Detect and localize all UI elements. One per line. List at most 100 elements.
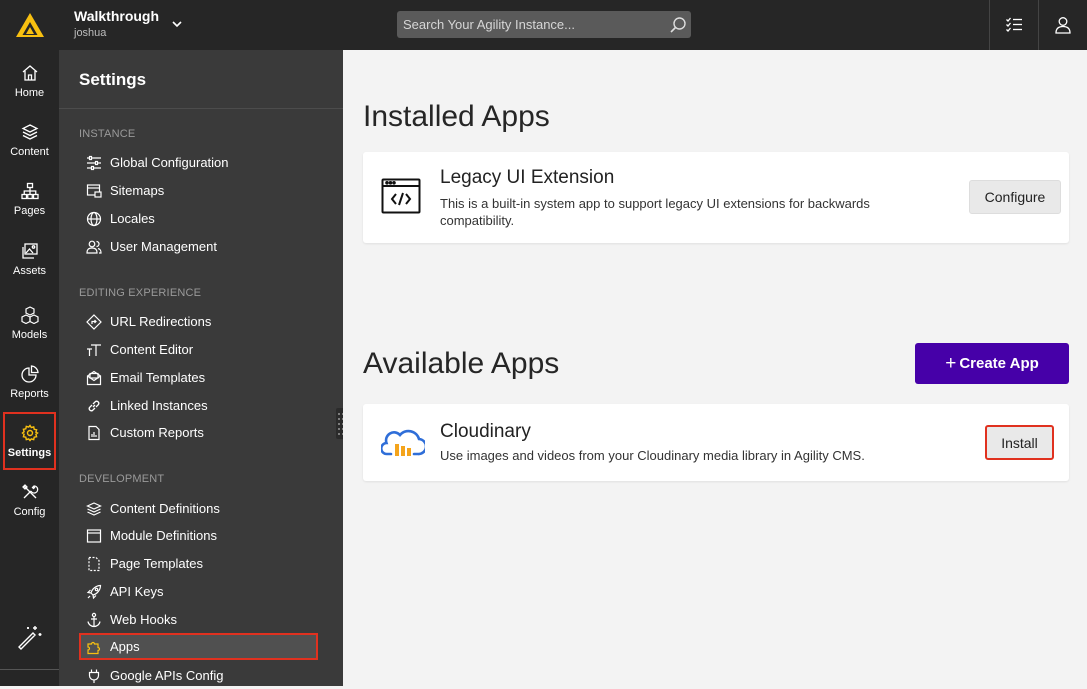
settings-item-apps[interactable]: Apps	[79, 633, 318, 660]
configure-button[interactable]: Configure	[969, 180, 1061, 214]
rail-label: Assets	[12, 264, 46, 277]
install-button[interactable]: Install	[985, 425, 1054, 460]
anchor-icon	[85, 611, 103, 629]
instance-user: joshua	[74, 27, 107, 39]
app-card-legacy-ui-extension: Legacy UI Extension This is a built-in s…	[363, 152, 1069, 243]
agility-logo-icon[interactable]	[0, 0, 59, 50]
search-box	[397, 11, 691, 38]
instance-switcher[interactable]: Walkthrough joshua	[74, 8, 159, 39]
section-heading-instance: INSTANCE	[79, 128, 136, 140]
cubes-icon	[20, 305, 40, 324]
pie-chart-icon	[20, 364, 39, 383]
text-size-icon	[85, 341, 103, 359]
rail-label: Reports	[10, 387, 49, 400]
settings-item-global-configuration[interactable]: Global Configuration	[79, 149, 318, 176]
task-list-button[interactable]	[989, 0, 1038, 50]
settings-item-label: Web Hooks	[110, 612, 177, 627]
rail-item-assets[interactable]: Assets	[3, 230, 56, 288]
settings-item-label: Custom Reports	[110, 425, 204, 440]
users-icon	[85, 238, 103, 256]
link-icon	[85, 397, 103, 415]
instance-name: Walkthrough	[74, 8, 160, 24]
settings-item-google-apis-config[interactable]: Google APIs Config	[79, 662, 318, 689]
search-icon[interactable]	[668, 15, 688, 35]
settings-item-email-templates[interactable]: Email Templates	[79, 364, 318, 391]
settings-item-label: URL Redirections	[110, 314, 212, 329]
code-window-icon	[381, 178, 421, 214]
rail-item-pages[interactable]: Pages	[3, 170, 56, 228]
settings-item-page-templates[interactable]: Page Templates	[79, 550, 318, 577]
rail-label: Home	[14, 86, 45, 99]
settings-item-content-editor[interactable]: Content Editor	[79, 336, 318, 363]
rail-item-models[interactable]: Models	[3, 294, 56, 352]
create-app-label: Create App	[959, 355, 1039, 372]
app-title: Legacy UI Extension	[440, 167, 615, 188]
sitemap-icon	[20, 182, 39, 200]
settings-item-content-definitions[interactable]: Content Definitions	[79, 495, 318, 522]
settings-item-label: Google APIs Config	[110, 668, 224, 683]
search-input[interactable]	[397, 11, 691, 38]
settings-panel: Settings INSTANCE Global Configuration S…	[59, 50, 343, 686]
settings-item-label: Content Editor	[110, 342, 194, 357]
rail-label: Pages	[13, 204, 46, 217]
settings-item-label: API Keys	[110, 584, 164, 599]
settings-item-module-definitions[interactable]: Module Definitions	[79, 522, 318, 549]
sliders-icon	[85, 154, 103, 172]
settings-item-web-hooks[interactable]: Web Hooks	[79, 606, 318, 633]
rail-label: Content	[10, 145, 49, 158]
settings-item-label: Page Templates	[110, 556, 203, 571]
create-app-button[interactable]: + Create App	[915, 343, 1069, 384]
user-icon	[1054, 16, 1072, 34]
rail-label: Models	[11, 328, 48, 341]
section-heading-development: DEVELOPMENT	[79, 473, 165, 485]
app-title: Cloudinary	[440, 421, 531, 442]
apps-main-content: Installed Apps Legacy UI Extension This …	[343, 50, 1087, 686]
settings-item-locales[interactable]: Locales	[79, 205, 318, 232]
app-description: Use images and videos from your Cloudina…	[440, 448, 865, 463]
settings-item-label: Apps	[110, 639, 140, 654]
gear-icon	[20, 423, 39, 442]
settings-item-label: Content Definitions	[110, 501, 220, 516]
settings-item-url-redirections[interactable]: URL Redirections	[79, 308, 318, 335]
settings-item-linked-instances[interactable]: Linked Instances	[79, 392, 318, 419]
installed-apps-heading: Installed Apps	[363, 100, 550, 133]
settings-item-sitemaps[interactable]: Sitemaps	[79, 177, 318, 204]
settings-item-custom-reports[interactable]: Custom Reports	[79, 419, 318, 446]
layers-definition-icon	[85, 500, 103, 518]
redirect-diamond-icon	[85, 313, 103, 331]
checklist-icon	[1005, 16, 1023, 34]
rail-item-home[interactable]: Home	[3, 52, 56, 110]
rail-item-reports[interactable]: Reports	[3, 353, 56, 411]
envelope-open-icon	[85, 369, 103, 387]
main-nav-rail: Home Content Pages Assets Models Reports…	[0, 50, 59, 686]
top-bar: Walkthrough joshua	[0, 0, 1087, 50]
rail-divider	[0, 669, 59, 670]
settings-item-label: Module Definitions	[110, 528, 217, 543]
chevron-down-icon[interactable]	[170, 17, 184, 31]
settings-item-label: Email Templates	[110, 370, 206, 385]
panel-title: Settings	[79, 70, 147, 89]
images-icon	[21, 242, 39, 260]
app-card-cloudinary: Cloudinary Use images and videos from yo…	[363, 404, 1069, 481]
settings-item-user-management[interactable]: User Management	[79, 233, 318, 260]
rail-item-config[interactable]: Config	[3, 471, 56, 529]
report-file-icon	[85, 424, 103, 442]
rail-item-content[interactable]: Content	[3, 111, 56, 169]
rail-label: Settings	[7, 446, 52, 459]
section-heading-editing-experience: EDITING EXPERIENCE	[79, 287, 202, 299]
tools-icon	[21, 483, 39, 501]
magic-wand-icon[interactable]	[16, 624, 42, 650]
cloudinary-logo-icon	[381, 425, 425, 457]
rocket-icon	[85, 583, 103, 601]
rail-item-settings[interactable]: Settings	[3, 412, 56, 470]
settings-item-api-keys[interactable]: API Keys	[79, 578, 318, 605]
user-profile-button[interactable]	[1038, 0, 1087, 50]
settings-item-label: Global Configuration	[110, 155, 229, 170]
module-window-icon	[85, 527, 103, 545]
page-template-icon	[85, 555, 103, 573]
layers-icon	[21, 123, 39, 141]
globe-icon	[85, 210, 103, 228]
app-description: This is a built-in system app to support…	[440, 196, 870, 228]
divider	[59, 108, 343, 109]
settings-item-label: User Management	[110, 239, 217, 254]
